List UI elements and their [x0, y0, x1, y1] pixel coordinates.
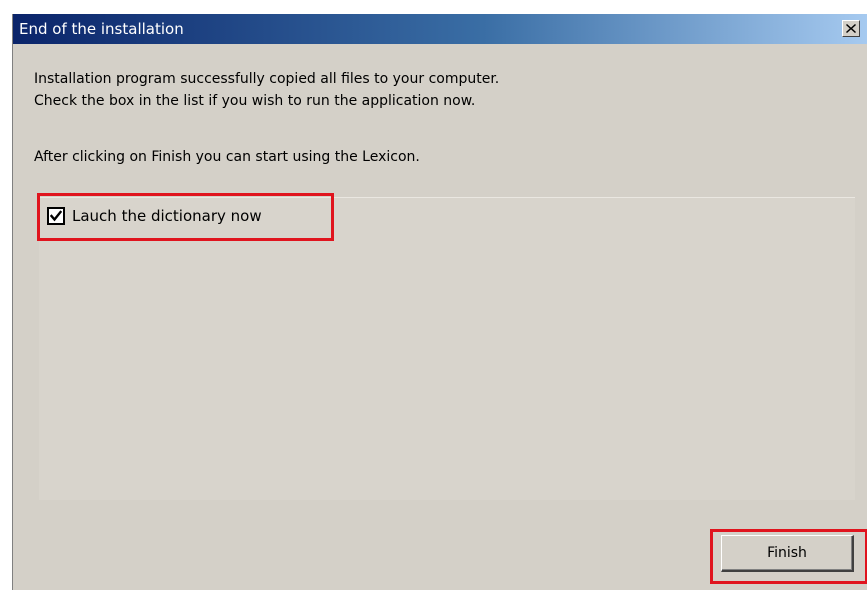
installer-dialog: End of the installation Installation pro…	[12, 14, 867, 590]
close-icon	[846, 24, 856, 33]
checkmark-icon	[50, 210, 62, 222]
title-bar[interactable]: End of the installation	[13, 14, 867, 44]
window-title: End of the installation	[19, 20, 184, 38]
finish-button[interactable]: Finish	[721, 535, 854, 572]
launch-dictionary-checkbox[interactable]	[47, 207, 65, 225]
close-button[interactable]	[842, 20, 860, 37]
success-message: Installation program successfully copied…	[34, 71, 500, 87]
options-list	[39, 197, 855, 500]
launch-dictionary-label[interactable]: Lauch the dictionary now	[72, 206, 262, 226]
instruction-message: Check the box in the list if you wish to…	[34, 93, 476, 109]
finish-hint-message: After clicking on Finish you can start u…	[34, 149, 420, 165]
